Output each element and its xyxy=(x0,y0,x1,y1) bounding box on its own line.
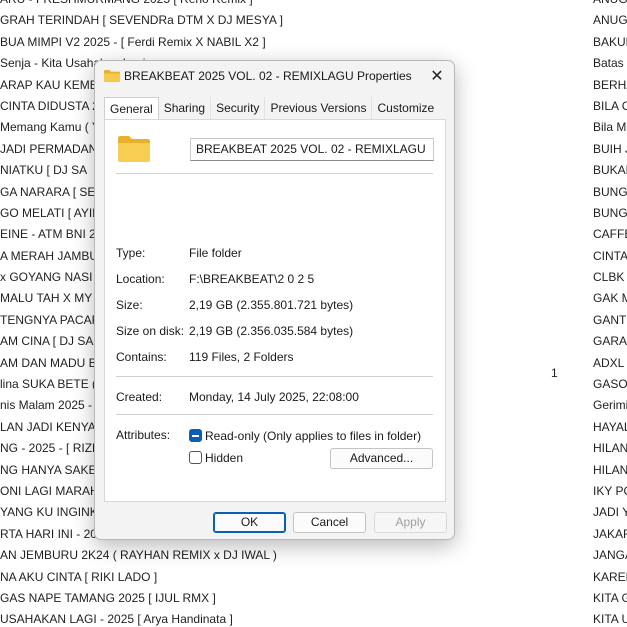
separator xyxy=(116,173,433,174)
background-file-name: USAHAKAN LAGI - 2025 [ Arya Handinata ] xyxy=(0,612,233,627)
background-file-name: CAFFE xyxy=(593,227,627,242)
tab-customize[interactable]: Customize xyxy=(372,97,439,119)
background-file-name: AN JEMBURU 2K24 ( RAYHAN REMIX x DJ IWAL… xyxy=(0,548,277,563)
background-file-name: HILAN xyxy=(593,462,627,477)
background-file-name: Bila M xyxy=(593,120,627,135)
contains-label: Contains: xyxy=(116,350,167,364)
separator xyxy=(116,414,433,415)
folder-icon xyxy=(118,136,150,162)
background-file-name: BERHA xyxy=(593,77,627,92)
background-file-name: GRAH TERINDAH [ SEVENDRa DTM X DJ MESYA … xyxy=(0,13,283,28)
location-value[interactable]: F:\BREAKBEAT\2 0 2 5 xyxy=(189,272,314,286)
attributes-label: Attributes: xyxy=(116,428,171,442)
background-file-name: BUIH J xyxy=(593,141,627,156)
type-label: Type: xyxy=(116,246,146,260)
background-file-name: Gerimi xyxy=(593,398,627,413)
background-file-name: CINTA xyxy=(593,248,627,263)
background-file-name: KITA U xyxy=(593,612,627,627)
cancel-button[interactable]: Cancel xyxy=(293,512,366,533)
separator xyxy=(116,376,433,377)
background-file-name: BUA MIMPI V2 2025 - [ Ferdi Remix X NABI… xyxy=(0,34,266,49)
background-file-name: HILAN xyxy=(593,441,627,456)
size-on-disk-value: 2,19 GB (2.356.035.584 bytes) xyxy=(189,324,354,338)
created-label: Created: xyxy=(116,390,163,404)
apply-button[interactable]: Apply xyxy=(374,512,447,533)
tab-strip: General Sharing Security Previous Versio… xyxy=(104,97,439,120)
close-icon: ✕ xyxy=(430,68,444,85)
contains-value: 119 Files, 2 Folders xyxy=(189,350,294,364)
background-file-name: BUNGA xyxy=(593,184,627,199)
background-file-name: BILA C xyxy=(593,98,627,113)
created-value: Monday, 14 July 2025, 22:08:00 xyxy=(189,390,359,404)
properties-dialog: BREAKBEAT 2025 VOL. 02 - REMIXLAGU Prope… xyxy=(94,60,455,540)
background-file-name: BUKAN xyxy=(593,163,627,178)
tab-sharing[interactable]: Sharing xyxy=(159,97,212,119)
background-file-name: Batas S xyxy=(593,56,627,71)
background-file-name: GAS NAPE TAMANG 2025 [ IJUL RMX ] xyxy=(0,590,216,605)
background-file-name: CLBK x xyxy=(593,270,627,285)
type-value: File folder xyxy=(189,246,242,260)
tab-general[interactable]: General xyxy=(104,97,159,120)
background-right-column: ANUG ANUG BAKUE Batas S BERHA BILA C Bila M BUI… xyxy=(593,0,627,627)
background-file-name: BUNGO xyxy=(593,205,627,220)
background-file-name: GAK M xyxy=(593,291,627,306)
background-file-name: JANGA xyxy=(593,548,627,563)
background-file-name: GASOL xyxy=(593,377,627,392)
background-file-name: KITA G xyxy=(593,590,627,605)
background-file-name: ARU - FRESHMURMANG 2025 [ Reno Remix ] xyxy=(0,0,300,10)
tab-security[interactable]: Security xyxy=(211,97,266,119)
size-on-disk-label: Size on disk: xyxy=(116,324,185,338)
tab-previous-versions[interactable]: Previous Versions xyxy=(265,97,373,119)
background-file-name: KAREN xyxy=(593,569,627,584)
dialog-title: BREAKBEAT 2025 VOL. 02 - REMIXLAGU Prope… xyxy=(124,69,412,83)
general-panel: BREAKBEAT 2025 VOL. 02 - REMIXLAGU Type:… xyxy=(104,119,446,502)
title-bar[interactable]: BREAKBEAT 2025 VOL. 02 - REMIXLAGU Prope… xyxy=(95,61,454,93)
background-file-name: ADXL - xyxy=(593,355,627,370)
advanced-button[interactable]: Advanced... xyxy=(330,448,433,469)
background-file-name: JADI Y xyxy=(593,505,627,520)
background-file-name: GARAN xyxy=(593,334,627,349)
background-file-name: BAKUE xyxy=(593,34,627,49)
size-label: Size: xyxy=(116,298,143,312)
folder-icon xyxy=(104,70,120,82)
readonly-checkbox[interactable] xyxy=(189,429,202,442)
ok-button[interactable]: OK xyxy=(213,512,286,533)
hidden-label[interactable]: Hidden xyxy=(205,451,243,465)
readonly-label[interactable]: Read-only (Only applies to files in fold… xyxy=(205,429,421,443)
location-label: Location: xyxy=(116,272,165,286)
background-file-name: JAKAR xyxy=(593,526,627,541)
size-value: 2,19 GB (2.355.801.721 bytes) xyxy=(189,298,354,312)
close-button[interactable]: ✕ xyxy=(420,61,454,91)
background-number: 1 xyxy=(551,366,558,380)
background-file-name: NA AKU CINTA [ RIKI LADO ] xyxy=(0,569,158,584)
background-file-name: IKY PO xyxy=(593,483,627,498)
background-file-name: HAYAL xyxy=(593,419,627,434)
hidden-checkbox[interactable] xyxy=(189,451,202,464)
background-file-name: GANTI xyxy=(593,312,627,327)
background-file-name: ANUG xyxy=(593,13,627,28)
background-file-name: ANUG xyxy=(593,0,627,10)
folder-name-input[interactable]: BREAKBEAT 2025 VOL. 02 - REMIXLAGU xyxy=(190,138,434,161)
